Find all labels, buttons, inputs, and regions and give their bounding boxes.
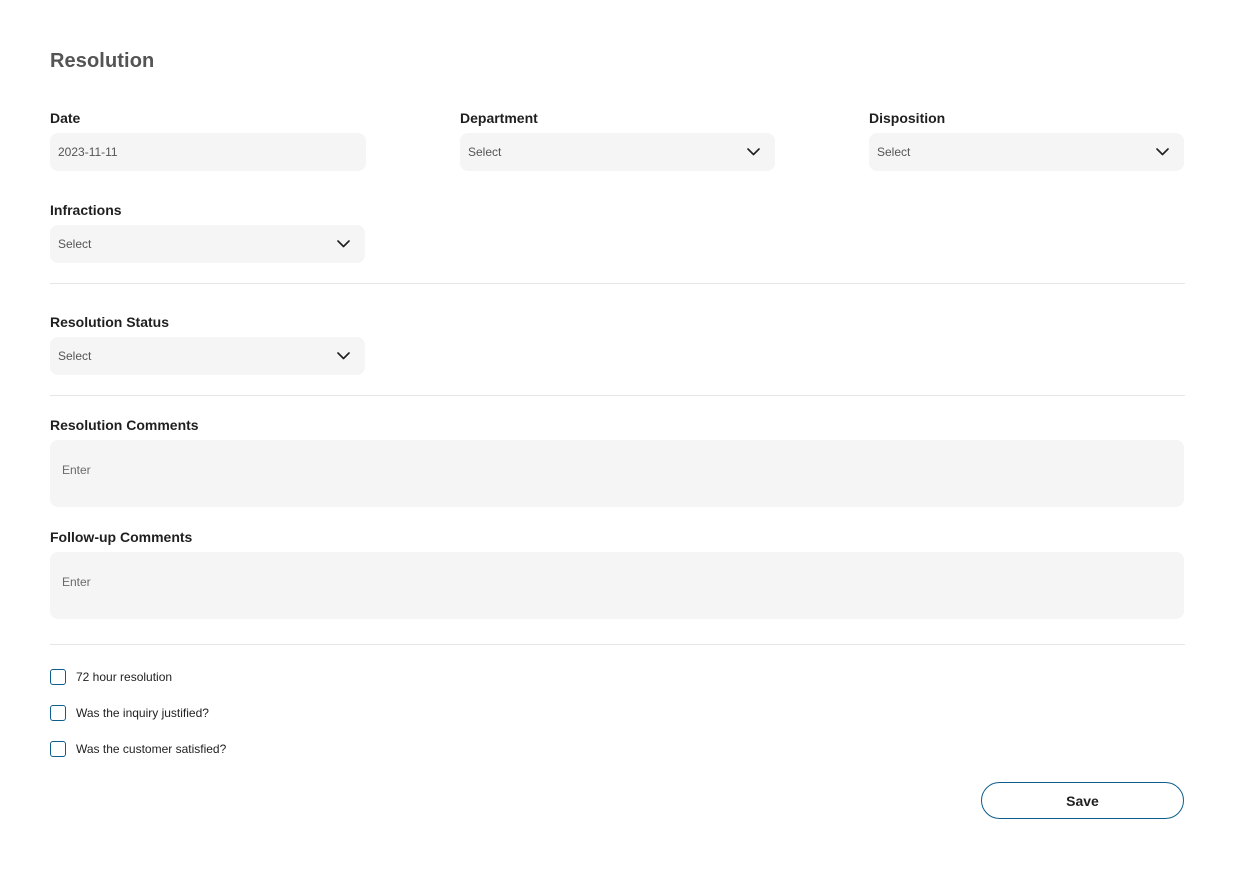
checkbox-inquiry-justified[interactable] bbox=[50, 705, 66, 721]
department-label: Department bbox=[460, 110, 538, 126]
resolution-status-label: Resolution Status bbox=[50, 314, 170, 330]
checkbox-72-hour-resolution[interactable] bbox=[50, 669, 66, 685]
resolution-status-select-value: Select bbox=[58, 349, 92, 363]
date-label: Date bbox=[50, 110, 81, 126]
disposition-select-value: Select bbox=[877, 145, 911, 159]
date-field[interactable]: 2023-11-11 bbox=[50, 133, 366, 171]
section-divider bbox=[50, 283, 1185, 284]
checkbox-customer-satisfied[interactable] bbox=[50, 741, 66, 757]
chevron-down-icon bbox=[335, 348, 351, 364]
followup-comments-placeholder: Enter bbox=[62, 575, 91, 589]
checkbox-label: Was the customer satisfied? bbox=[76, 742, 227, 756]
save-button[interactable]: Save bbox=[981, 782, 1184, 819]
followup-comments-textarea[interactable]: Enter bbox=[50, 552, 1184, 619]
resolution-comments-placeholder: Enter bbox=[62, 463, 91, 477]
disposition-select[interactable]: Select bbox=[869, 133, 1184, 171]
checkbox-row-72-hour-resolution[interactable]: 72 hour resolution bbox=[50, 669, 172, 685]
checkbox-row-inquiry-justified[interactable]: Was the inquiry justified? bbox=[50, 705, 209, 721]
resolution-comments-label: Resolution Comments bbox=[50, 417, 199, 433]
department-select[interactable]: Select bbox=[460, 133, 775, 171]
resolution-status-select[interactable]: Select bbox=[50, 337, 365, 375]
section-divider bbox=[50, 644, 1185, 645]
infractions-select[interactable]: Select bbox=[50, 225, 365, 263]
infractions-label: Infractions bbox=[50, 202, 122, 218]
section-divider bbox=[50, 395, 1185, 396]
page-title: Resolution bbox=[50, 50, 155, 72]
disposition-label: Disposition bbox=[869, 110, 946, 126]
date-value: 2023-11-11 bbox=[58, 145, 118, 159]
chevron-down-icon bbox=[335, 236, 351, 252]
checkbox-label: Was the inquiry justified? bbox=[76, 706, 209, 720]
followup-comments-label: Follow-up Comments bbox=[50, 529, 193, 545]
department-select-value: Select bbox=[468, 145, 502, 159]
checkbox-row-customer-satisfied[interactable]: Was the customer satisfied? bbox=[50, 741, 226, 757]
chevron-down-icon bbox=[745, 144, 761, 160]
infractions-select-value: Select bbox=[58, 237, 92, 251]
checkbox-label: 72 hour resolution bbox=[76, 670, 173, 684]
resolution-comments-textarea[interactable]: Enter bbox=[50, 440, 1184, 507]
chevron-down-icon bbox=[1154, 144, 1170, 160]
